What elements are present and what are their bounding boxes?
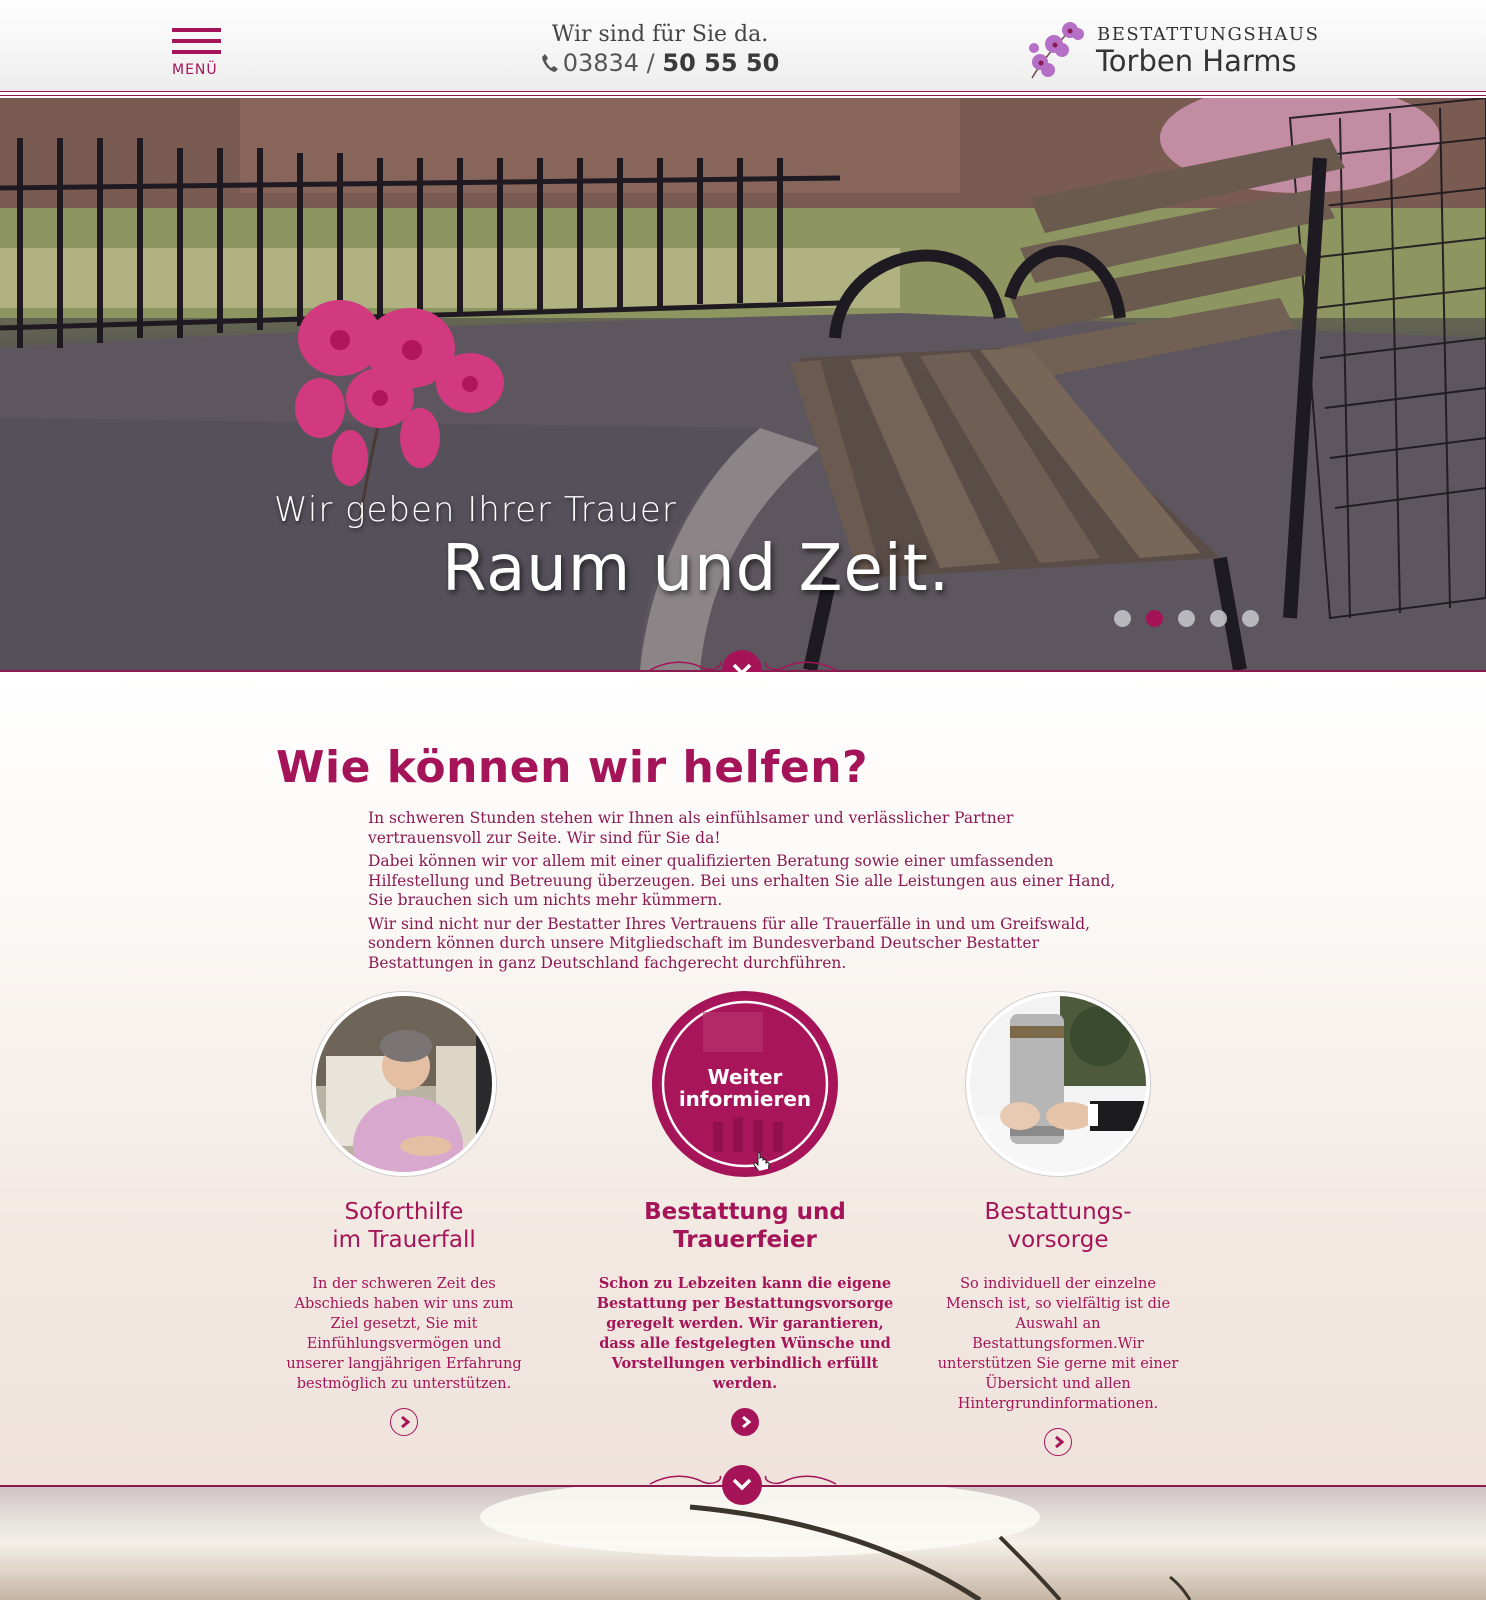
slider-dots — [1114, 610, 1274, 631]
card-bestattung: Weiter informieren Bestattung und Trauer… — [595, 992, 895, 1436]
card-link-soforthilfe[interactable] — [390, 1408, 418, 1436]
logo[interactable]: BESTATTUNGSHAUS Torben Harms — [1024, 18, 1318, 82]
card-title-line1: Bestattung und — [644, 1199, 846, 1225]
phone-icon — [541, 54, 558, 72]
menu-button[interactable]: MENÜ — [172, 28, 222, 80]
menu-icon-bar — [172, 50, 221, 54]
card-image-soforthilfe[interactable] — [312, 992, 496, 1176]
card-text-bestattung: Schon zu Lebzeiten kann die eigene Besta… — [596, 1275, 894, 1392]
intro-text: In schweren Stunden stehen wir Ihnen als… — [368, 809, 1128, 977]
card-title-line2: im Trauerfall — [332, 1227, 476, 1253]
card-link-bestattung[interactable] — [731, 1408, 759, 1436]
overlay-line2: informieren — [678, 1087, 812, 1111]
chevron-right-icon — [401, 1415, 411, 1429]
hero-title-line2: Raum und Zeit. — [442, 532, 951, 606]
card-title-line1: Bestattungs- — [984, 1199, 1132, 1225]
slider-dot-2[interactable] — [1146, 610, 1163, 627]
card-text-vorsorge: So individuell der einzelne Mensch ist, … — [937, 1276, 1179, 1412]
card-title-vorsorge[interactable]: Bestattungs- vorsorge — [908, 1198, 1208, 1254]
card-text-soforthilfe: In der schweren Zeit des Abschieds haben… — [286, 1276, 522, 1392]
intro-paragraph-3: Wir sind nicht nur der Bestatter Ihres V… — [368, 914, 1091, 972]
slider-dot-4[interactable] — [1210, 610, 1227, 627]
logo-line2: Torben Harms — [1096, 44, 1297, 78]
card-title-line2: Trauerfeier — [673, 1227, 817, 1253]
intro-paragraph-2: Dabei können wir vor allem mit einer qua… — [368, 852, 1116, 909]
header-divider — [0, 95, 1486, 96]
card-link-vorsorge[interactable] — [1044, 1428, 1072, 1456]
card-vorsorge: Bestattungs- vorsorge So individuell der… — [908, 992, 1208, 1456]
overlay-text: Weiter informieren — [657, 1066, 833, 1110]
overlay-line1: Weiter — [707, 1065, 783, 1089]
chevron-down-icon — [732, 1478, 752, 1491]
hero-title-line1: Wir geben Ihrer Trauer — [274, 490, 677, 530]
card-title-soforthilfe[interactable]: Soforthilfe im Trauerfall — [254, 1198, 554, 1254]
scroll-down-button-2[interactable] — [722, 1465, 762, 1505]
menu-icon-bar — [172, 39, 221, 43]
slider-dot-1[interactable] — [1114, 610, 1131, 627]
phone-number[interactable]: 03834 / 50 55 50 — [500, 49, 820, 77]
menu-label: MENÜ — [172, 62, 218, 78]
section-title: Wie können wir helfen? — [276, 742, 869, 793]
chevron-right-icon — [1055, 1435, 1065, 1449]
card-title-bestattung[interactable]: Bestattung und Trauerfeier — [595, 1198, 895, 1254]
card-title-line2: vorsorge — [1007, 1227, 1109, 1253]
hand-cursor-icon — [753, 1152, 770, 1172]
card-soforthilfe: Soforthilfe im Trauerfall In der schwere… — [254, 992, 554, 1436]
phone-prefix: 03834 / — [562, 49, 663, 77]
elderly-woman-image — [316, 996, 492, 1172]
phone-main: 50 55 50 — [662, 49, 780, 77]
menu-icon-bar — [172, 28, 221, 32]
orchid-logo-icon — [1029, 22, 1084, 79]
intro-paragraph-1: In schweren Stunden stehen wir Ihnen als… — [368, 809, 1014, 847]
site-header: MENÜ Wir sind für Sie da. 03834 / 50 55 … — [0, 0, 1486, 92]
logo-line1: BESTATTUNGSHAUS — [1097, 24, 1320, 45]
slider-dot-5[interactable] — [1242, 610, 1259, 627]
contact-block: Wir sind für Sie da. 03834 / 50 55 50 — [500, 22, 820, 77]
hero-slider: Wir geben Ihrer Trauer Raum und Zeit. — [0, 98, 1486, 670]
card-image-bestattung[interactable]: Weiter informieren — [653, 992, 837, 1176]
chevron-right-icon — [742, 1415, 752, 1429]
card-image-vorsorge[interactable] — [966, 992, 1150, 1176]
contact-tagline: Wir sind für Sie da. — [551, 22, 769, 47]
urn-image — [970, 996, 1146, 1172]
card-title-line1: Soforthilfe — [344, 1199, 464, 1225]
help-section: Wie können wir helfen? In schweren Stund… — [0, 672, 1486, 1485]
slider-dot-3[interactable] — [1178, 610, 1195, 627]
